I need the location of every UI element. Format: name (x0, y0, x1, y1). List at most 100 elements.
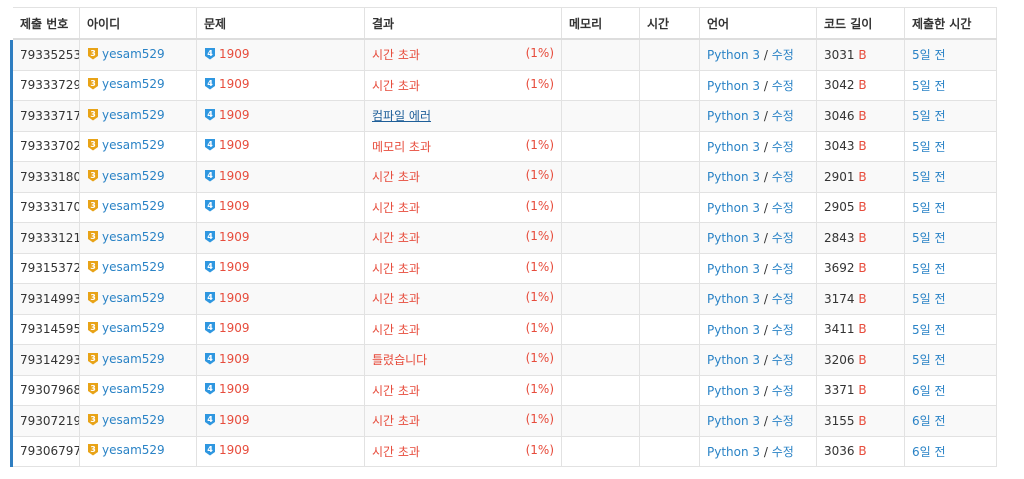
code-view-link[interactable]: B (858, 109, 866, 123)
code-length-value: 3174 (824, 291, 855, 306)
edit-link[interactable]: 수정 (772, 140, 794, 154)
submitted-at-link[interactable]: 5일 전 (912, 292, 946, 306)
problem-link[interactable]: 1909 (219, 443, 250, 457)
problem-link[interactable]: 1909 (219, 321, 250, 335)
submitted-at-link[interactable]: 6일 전 (912, 445, 946, 459)
code-view-link[interactable]: B (858, 170, 866, 184)
result-percent: (1%) (525, 46, 554, 61)
submitted-at-link[interactable]: 5일 전 (912, 201, 946, 215)
submitted-at-link[interactable]: 5일 전 (912, 48, 946, 62)
table-row: 79333729 3 yesam529 4 1909 시간 초과 (1%) Pyth… (10, 69, 997, 101)
language-link[interactable]: Python 3 (707, 353, 760, 367)
submitted-at-link[interactable]: 5일 전 (912, 262, 946, 276)
language-link[interactable]: Python 3 (707, 140, 760, 154)
result-percent: (1%) (525, 351, 554, 366)
code-view-link[interactable]: B (858, 383, 866, 397)
svg-text:3: 3 (90, 201, 96, 210)
code-view-link[interactable]: B (858, 322, 866, 336)
edit-link[interactable]: 수정 (772, 414, 794, 428)
language-link[interactable]: Python 3 (707, 201, 760, 215)
edit-link[interactable]: 수정 (772, 48, 794, 62)
problem-link[interactable]: 1909 (219, 352, 250, 366)
user-link[interactable]: yesam529 (102, 321, 165, 335)
language-link[interactable]: Python 3 (707, 109, 760, 123)
submitted-at-link[interactable]: 5일 전 (912, 140, 946, 154)
code-view-link[interactable]: B (858, 200, 866, 214)
problem-link[interactable]: 1909 (219, 382, 250, 396)
language-link[interactable]: Python 3 (707, 414, 760, 428)
code-view-link[interactable]: B (858, 48, 866, 62)
problem-tier-badge-icon: 4 (204, 413, 216, 429)
language-link[interactable]: Python 3 (707, 48, 760, 62)
code-view-link[interactable]: B (858, 139, 866, 153)
submitted-at-link[interactable]: 5일 전 (912, 323, 946, 337)
language-link[interactable]: Python 3 (707, 445, 760, 459)
user-link[interactable]: yesam529 (102, 382, 165, 396)
result-text[interactable]: 컴파일 에러 (372, 107, 431, 124)
user-tier-badge-icon: 3 (87, 321, 99, 337)
user-link[interactable]: yesam529 (102, 413, 165, 427)
language-link[interactable]: Python 3 (707, 231, 760, 245)
language-link[interactable]: Python 3 (707, 384, 760, 398)
submitted-at-link[interactable]: 5일 전 (912, 109, 946, 123)
user-link[interactable]: yesam529 (102, 138, 165, 152)
problem-link[interactable]: 1909 (219, 138, 250, 152)
user-link[interactable]: yesam529 (102, 230, 165, 244)
user-link[interactable]: yesam529 (102, 260, 165, 274)
user-link[interactable]: yesam529 (102, 352, 165, 366)
code-view-link[interactable]: B (858, 78, 866, 92)
problem-link[interactable]: 1909 (219, 291, 250, 305)
edit-link[interactable]: 수정 (772, 384, 794, 398)
language-link[interactable]: Python 3 (707, 323, 760, 337)
submitted-at-link[interactable]: 5일 전 (912, 353, 946, 367)
edit-link[interactable]: 수정 (772, 109, 794, 123)
language-link[interactable]: Python 3 (707, 170, 760, 184)
edit-link[interactable]: 수정 (772, 262, 794, 276)
submitted-at-link[interactable]: 6일 전 (912, 384, 946, 398)
problem-link[interactable]: 1909 (219, 77, 250, 91)
problem-link[interactable]: 1909 (219, 199, 250, 213)
user-link[interactable]: yesam529 (102, 77, 165, 91)
submitted-at-link[interactable]: 5일 전 (912, 79, 946, 93)
edit-link[interactable]: 수정 (772, 445, 794, 459)
time-cell (639, 100, 700, 132)
code-view-link[interactable]: B (858, 231, 866, 245)
edit-link[interactable]: 수정 (772, 79, 794, 93)
edit-link[interactable]: 수정 (772, 353, 794, 367)
problem-link[interactable]: 1909 (219, 169, 250, 183)
code-view-link[interactable]: B (858, 444, 866, 458)
user-link[interactable]: yesam529 (102, 291, 165, 305)
language-link[interactable]: Python 3 (707, 79, 760, 93)
language-link[interactable]: Python 3 (707, 262, 760, 276)
edit-link[interactable]: 수정 (772, 201, 794, 215)
edit-link[interactable]: 수정 (772, 231, 794, 245)
user-link[interactable]: yesam529 (102, 169, 165, 183)
problem-cell: 4 1909 (196, 252, 365, 284)
submitted-at-link[interactable]: 6일 전 (912, 414, 946, 428)
result-text: 시간 초과 (372, 170, 420, 185)
submission-id-cell: 79333170 (10, 191, 80, 223)
language-link[interactable]: Python 3 (707, 292, 760, 306)
edit-link[interactable]: 수정 (772, 323, 794, 337)
problem-link[interactable]: 1909 (219, 413, 250, 427)
code-view-link[interactable]: B (858, 353, 866, 367)
user-link[interactable]: yesam529 (102, 443, 165, 457)
problem-tier-badge-icon: 4 (204, 352, 216, 368)
problem-link[interactable]: 1909 (219, 108, 250, 122)
code-view-link[interactable]: B (858, 292, 866, 306)
edit-link[interactable]: 수정 (772, 292, 794, 306)
user-link[interactable]: yesam529 (102, 47, 165, 61)
problem-link[interactable]: 1909 (219, 230, 250, 244)
code-length-cell: 3692 B (816, 252, 905, 284)
user-link[interactable]: yesam529 (102, 108, 165, 122)
code-view-link[interactable]: B (858, 261, 866, 275)
code-view-link[interactable]: B (858, 414, 866, 428)
submitted-at-link[interactable]: 5일 전 (912, 170, 946, 184)
user-cell: 3 yesam529 (79, 313, 197, 345)
problem-link[interactable]: 1909 (219, 260, 250, 274)
user-link[interactable]: yesam529 (102, 199, 165, 213)
submission-id-cell: 79314595 (10, 313, 80, 345)
problem-link[interactable]: 1909 (219, 47, 250, 61)
submitted-at-link[interactable]: 5일 전 (912, 231, 946, 245)
edit-link[interactable]: 수정 (772, 170, 794, 184)
